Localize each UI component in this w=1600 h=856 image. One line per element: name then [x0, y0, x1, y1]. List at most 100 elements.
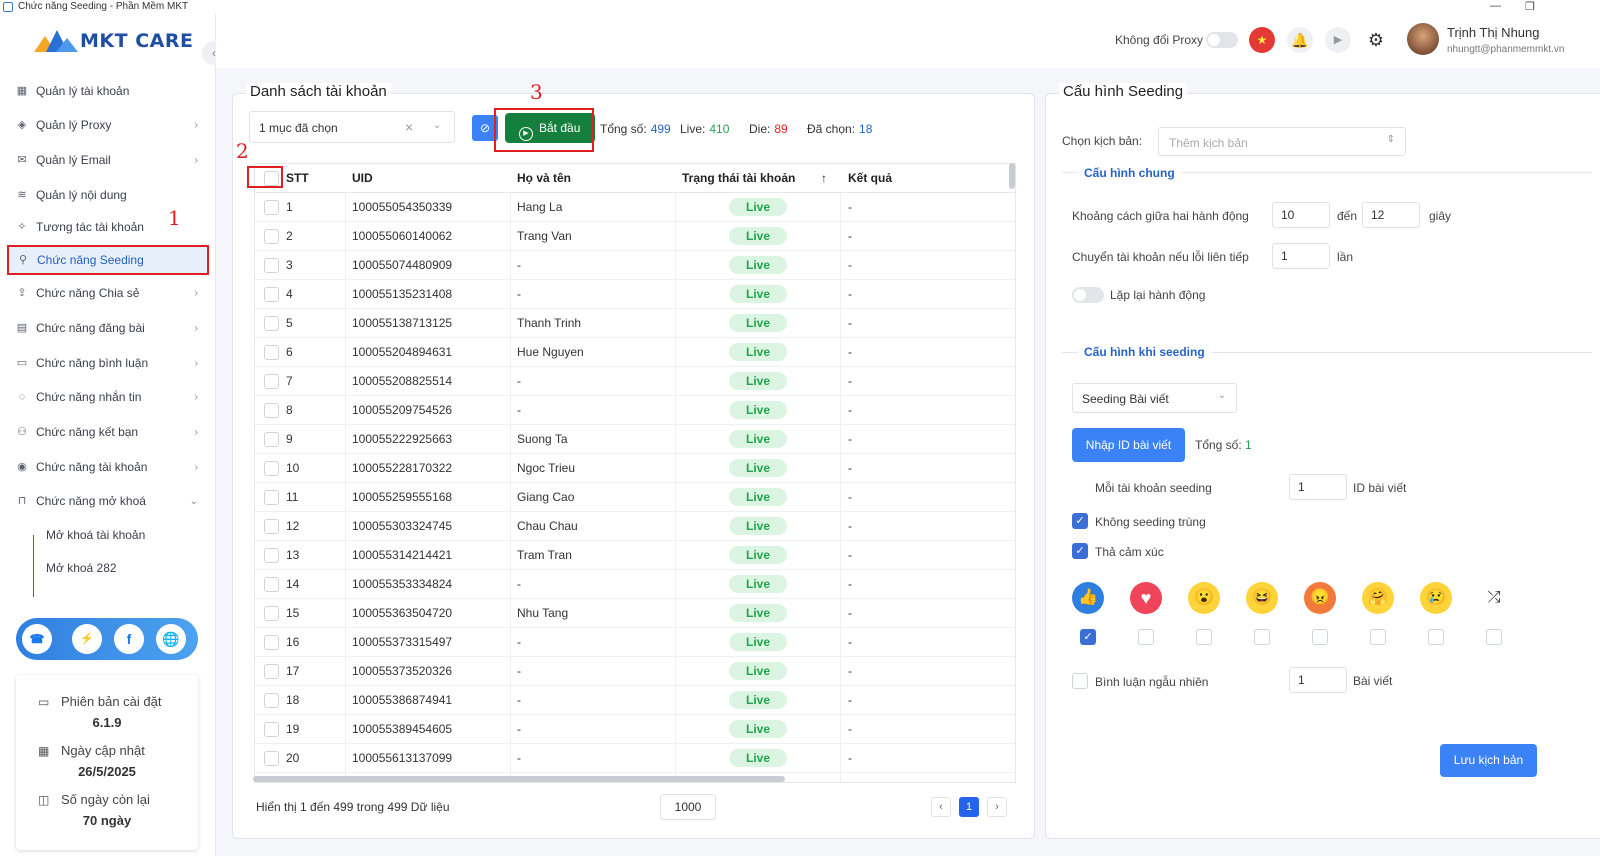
table-row[interactable]: 9 100055222925663 Suong Ta Live -: [255, 425, 1015, 454]
minimize-icon[interactable]: —: [1490, 0, 1501, 12]
row-checkbox[interactable]: [264, 548, 279, 563]
sidebar-item-1[interactable]: ◈ Quản lý Proxy ›: [8, 110, 210, 140]
sidebar-item-7[interactable]: ▤ Chức năng đăng bài ›: [8, 313, 210, 343]
table-row[interactable]: 8 100055209754526 - Live -: [255, 396, 1015, 425]
gap-to-input[interactable]: 12: [1362, 202, 1420, 228]
sidebar-item-11[interactable]: ◉ Chức năng tài khoản ›: [8, 452, 210, 482]
row-checkbox[interactable]: [264, 461, 279, 476]
table-row[interactable]: 6 100055204894631 Hue Nguyen Live -: [255, 338, 1015, 367]
sidebar-subitem-unlock-account[interactable]: Mở khoá tài khoản: [46, 528, 145, 542]
table-row[interactable]: 20 100055613137099 - Live -: [255, 744, 1015, 773]
row-checkbox[interactable]: [264, 664, 279, 679]
table-row[interactable]: 18 100055386874941 - Live -: [255, 686, 1015, 715]
table-row[interactable]: 12 100055303324745 Chau Chau Live -: [255, 512, 1015, 541]
random-reaction-icon[interactable]: ⤮: [1478, 582, 1510, 614]
table-row[interactable]: 10 100055228170322 Ngoc Trieu Live -: [255, 454, 1015, 483]
reaction-option-checkbox[interactable]: [1254, 629, 1270, 645]
bell-icon[interactable]: 🔔: [1287, 27, 1313, 53]
avatar[interactable]: [1407, 23, 1439, 55]
col-name[interactable]: Họ và tên: [517, 164, 571, 193]
table-vertical-scrollbar[interactable]: [1009, 163, 1015, 189]
seeding-type-select[interactable]: Seeding Bài viết ⌄: [1072, 383, 1237, 413]
sidebar-item-9[interactable]: ◌ Chức năng nhắn tin ›: [8, 382, 210, 412]
table-row[interactable]: 3 100055074480909 - Live -: [255, 251, 1015, 280]
row-checkbox[interactable]: [264, 374, 279, 389]
row-checkbox[interactable]: [264, 490, 279, 505]
table-row[interactable]: 14 100055353334824 - Live -: [255, 570, 1015, 599]
account-filter-select[interactable]: 1 mục đã chọn × ⌄: [249, 111, 455, 143]
sidebar-item-0[interactable]: ▦ Quản lý tài khoản: [8, 76, 210, 106]
wow-reaction-icon[interactable]: 😮: [1188, 582, 1220, 614]
sidebar-item-12[interactable]: ⊓ Chức năng mở khoá ⌄: [8, 486, 210, 516]
row-checkbox[interactable]: [264, 635, 279, 650]
play-video-icon[interactable]: ▶: [1325, 27, 1351, 53]
table-row[interactable]: 17 100055373520326 - Live -: [255, 657, 1015, 686]
sad-reaction-icon[interactable]: 😢: [1420, 582, 1452, 614]
next-page-button[interactable]: ›: [987, 797, 1007, 817]
page-size-input[interactable]: 1000: [660, 794, 716, 820]
row-checkbox[interactable]: [264, 606, 279, 621]
reaction-option-checkbox[interactable]: [1428, 629, 1444, 645]
import-post-id-button[interactable]: Nhập ID bài viết: [1072, 428, 1185, 462]
sidebar-subitem-unlock-282[interactable]: Mở khoá 282: [46, 561, 117, 575]
row-checkbox[interactable]: [264, 200, 279, 215]
sidebar-item-2[interactable]: ✉ Quản lý Email ›: [8, 145, 210, 175]
reaction-option-checkbox[interactable]: [1486, 629, 1502, 645]
row-checkbox[interactable]: [264, 229, 279, 244]
col-uid[interactable]: UID: [352, 164, 373, 193]
table-horizontal-scrollbar[interactable]: [253, 776, 785, 782]
table-row[interactable]: 1 100055054350339 Hang La Live -: [255, 193, 1015, 222]
reaction-option-checkbox[interactable]: [1312, 629, 1328, 645]
gear-icon[interactable]: ⚙: [1363, 27, 1389, 53]
sidebar-item-5[interactable]: ⚲ Chức năng Seeding: [7, 245, 209, 275]
chevron-down-icon[interactable]: ⌄: [433, 120, 441, 131]
switch-account-input[interactable]: 1: [1272, 243, 1330, 269]
sidebar-item-10[interactable]: ⚇ Chức năng kết bạn ›: [8, 417, 210, 447]
table-row[interactable]: 13 100055314214421 Tram Tran Live -: [255, 541, 1015, 570]
save-script-button[interactable]: Lưu kịch bản: [1440, 744, 1537, 777]
row-checkbox[interactable]: [264, 316, 279, 331]
globe-icon[interactable]: 🌐: [156, 624, 186, 654]
repeat-action-toggle[interactable]: [1072, 287, 1104, 303]
reaction-option-checkbox[interactable]: [1370, 629, 1386, 645]
col-result[interactable]: Kết quả: [848, 164, 892, 193]
row-checkbox[interactable]: [264, 345, 279, 360]
row-checkbox[interactable]: [264, 258, 279, 273]
sidebar-item-6[interactable]: ⇪ Chức năng Chia sẻ ›: [8, 278, 210, 308]
table-row[interactable]: 11 100055259555168 Giang Cao Live -: [255, 483, 1015, 512]
row-checkbox[interactable]: [264, 519, 279, 534]
table-row[interactable]: 5 100055138713125 Thanh Trinh Live -: [255, 309, 1015, 338]
facebook-icon[interactable]: f: [114, 624, 144, 654]
random-comment-checkbox[interactable]: [1072, 673, 1088, 689]
col-status[interactable]: Trạng thái tài khoản: [682, 164, 795, 193]
love-reaction-icon[interactable]: ♥: [1130, 582, 1162, 614]
restore-icon[interactable]: ❐: [1525, 0, 1535, 13]
col-stt[interactable]: STT: [286, 164, 309, 193]
table-row[interactable]: 4 100055135231408 - Live -: [255, 280, 1015, 309]
row-checkbox[interactable]: [264, 693, 279, 708]
messenger-icon[interactable]: ⚡: [72, 624, 102, 654]
row-checkbox[interactable]: [264, 432, 279, 447]
script-select[interactable]: Thêm kịch bản ⇕: [1158, 127, 1406, 156]
per-account-input[interactable]: 1: [1289, 474, 1347, 500]
sidebar-item-8[interactable]: ▭ Chức năng bình luận ›: [8, 348, 210, 378]
reaction-checkbox[interactable]: ✓: [1072, 543, 1088, 559]
row-checkbox[interactable]: [264, 287, 279, 302]
page-1-button[interactable]: 1: [959, 797, 979, 817]
reaction-option-checkbox[interactable]: [1196, 629, 1212, 645]
sort-arrow-icon[interactable]: ↑: [821, 164, 827, 193]
angry-reaction-icon[interactable]: 😠: [1304, 582, 1336, 614]
like-reaction-icon[interactable]: 👍: [1072, 582, 1104, 614]
table-row[interactable]: 16 100055373315497 - Live -: [255, 628, 1015, 657]
row-checkbox[interactable]: [264, 403, 279, 418]
vietnam-flag-icon[interactable]: ★: [1249, 27, 1275, 53]
proxy-toggle[interactable]: [1206, 32, 1238, 48]
row-checkbox[interactable]: [264, 751, 279, 766]
row-checkbox[interactable]: [264, 722, 279, 737]
no-duplicate-checkbox[interactable]: ✓: [1072, 513, 1088, 529]
row-checkbox[interactable]: [264, 577, 279, 592]
table-row[interactable]: 19 100055389454605 - Live -: [255, 715, 1015, 744]
support-icon[interactable]: ☎: [22, 624, 52, 654]
reaction-option-checkbox[interactable]: [1138, 629, 1154, 645]
reaction-option-checkbox[interactable]: ✓: [1080, 629, 1096, 645]
